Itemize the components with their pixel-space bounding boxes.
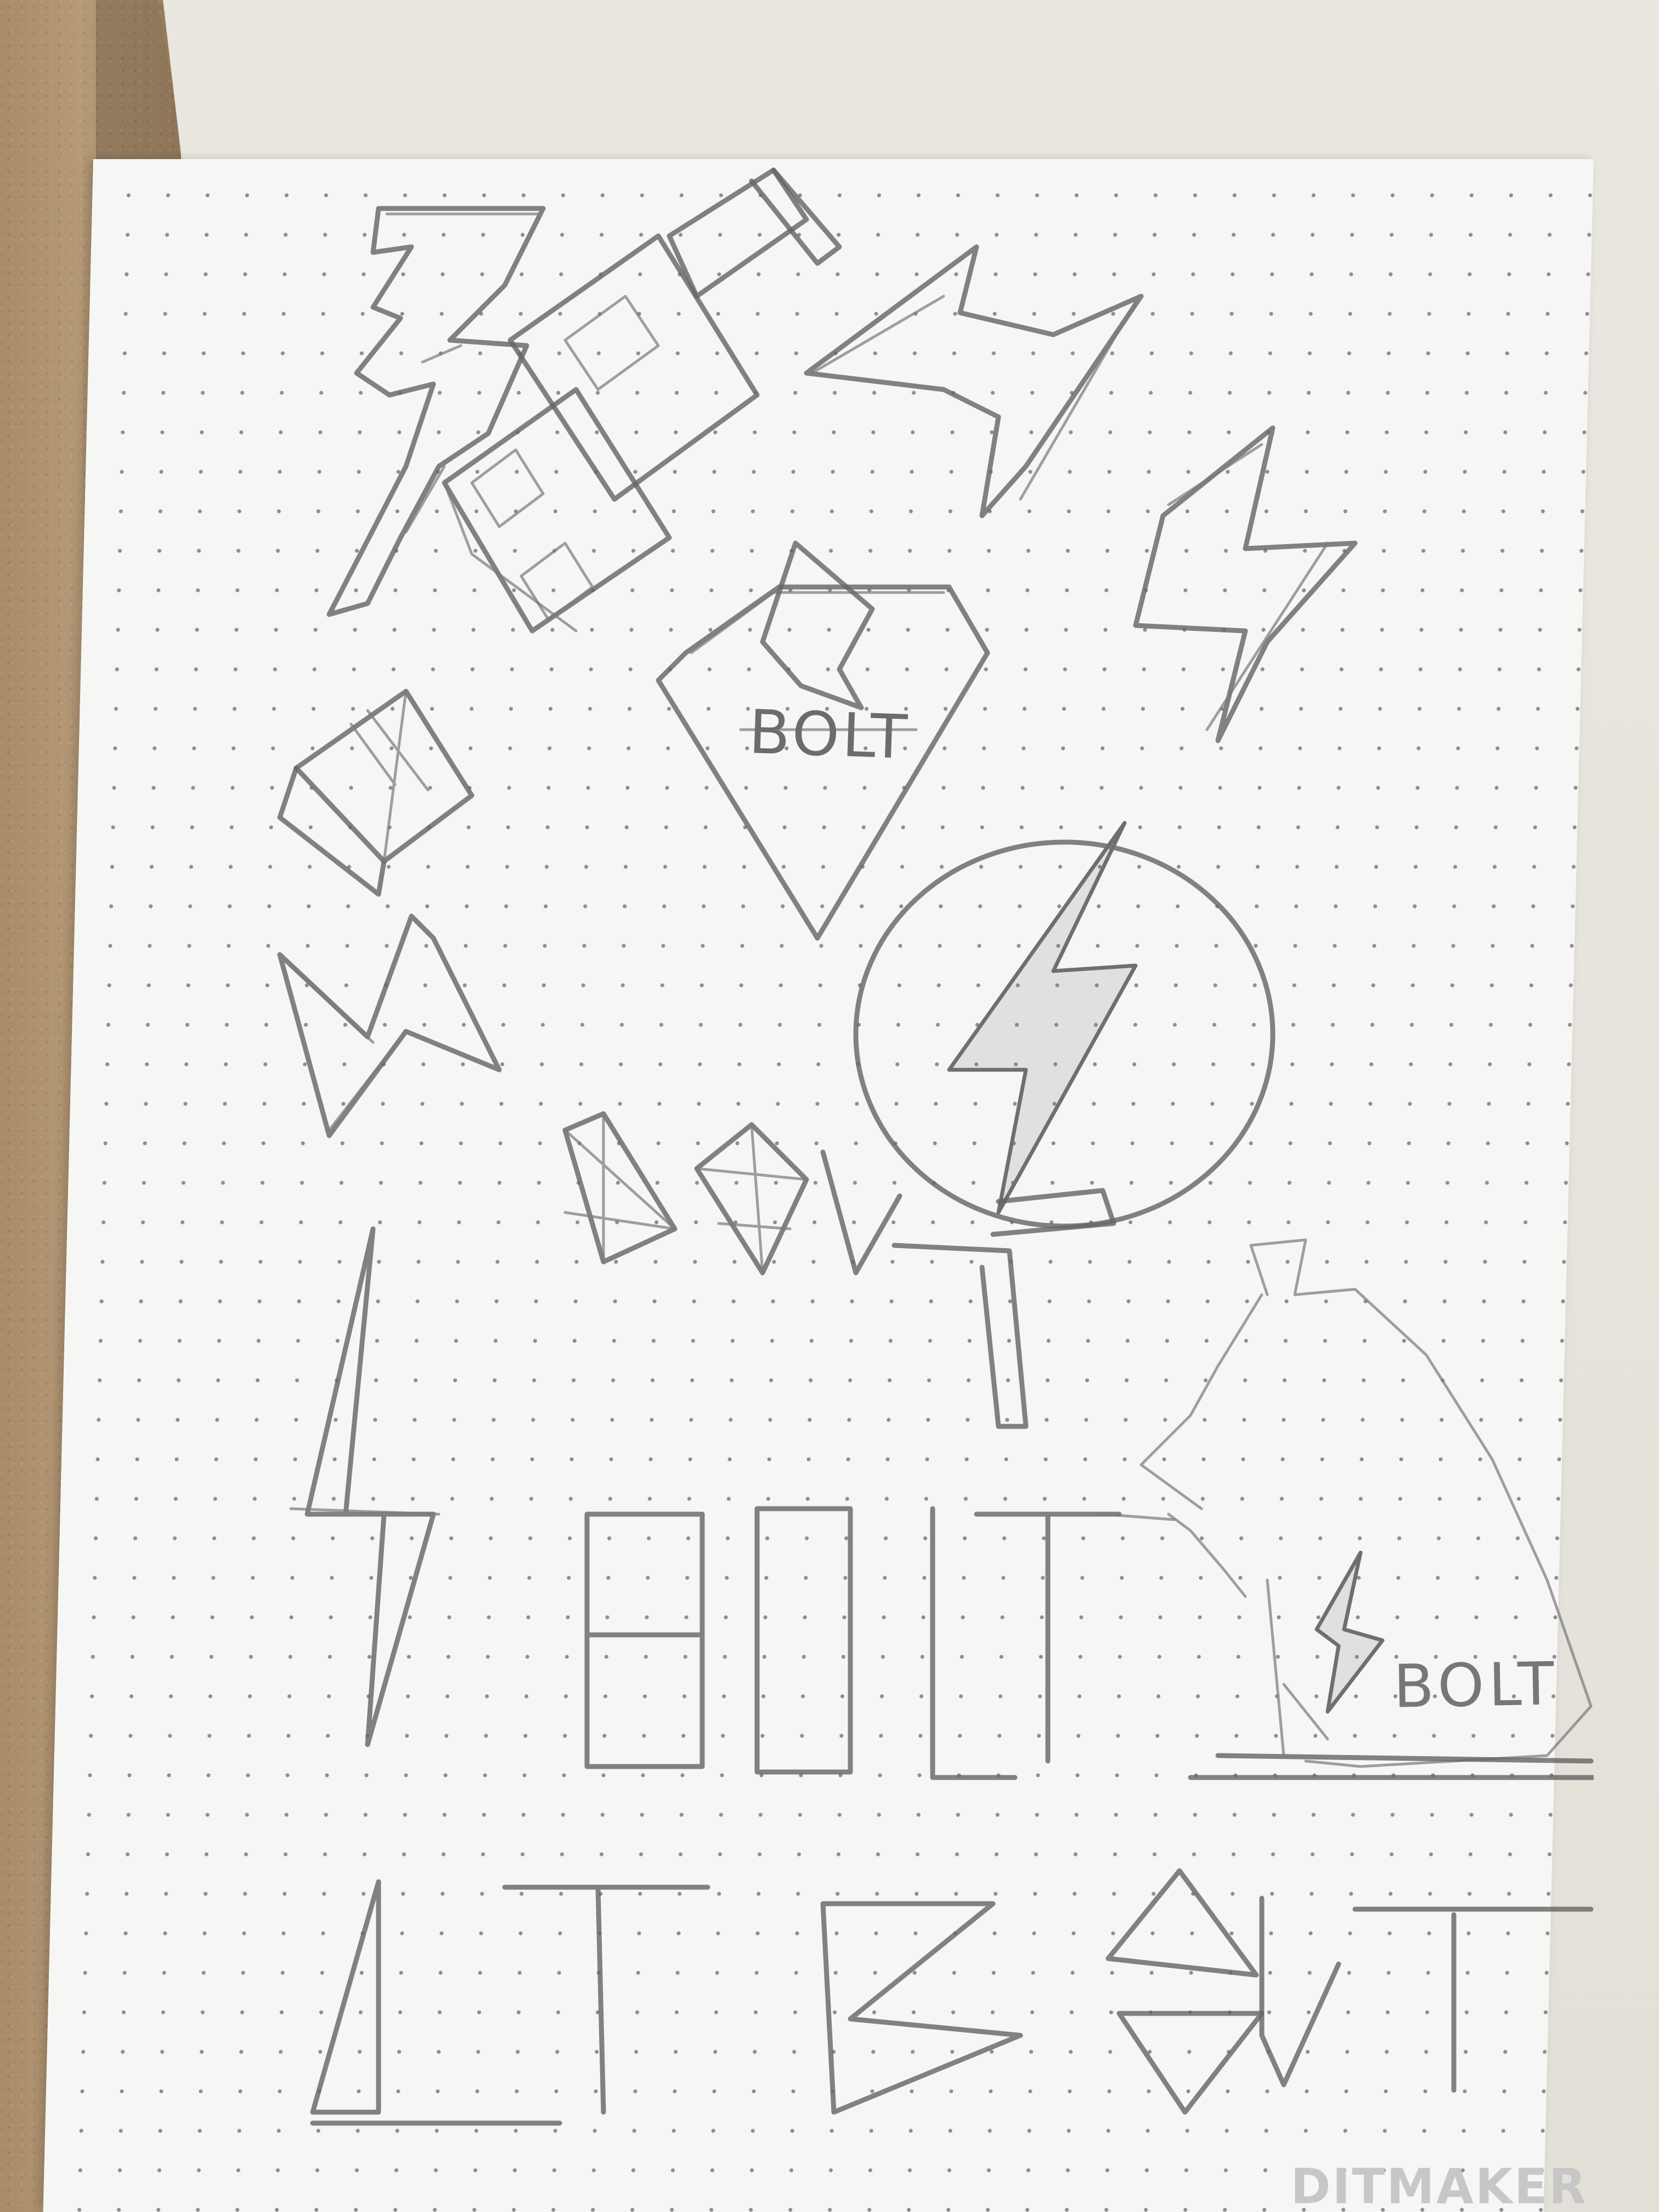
bolt-text-sketch-one: BOLT (747, 696, 911, 773)
notebook-photo: BOLT BOLT DITMAKER (0, 0, 1659, 2212)
pencil-sketches (277, 167, 1594, 2126)
geometric-bolt-wordmark (562, 1111, 1029, 1429)
tall-left-lightning-bolt (289, 1226, 441, 1747)
left-small-bowtie-bolt (277, 913, 502, 1138)
bottom-abstract-bolt-wordmark (310, 1868, 1594, 2126)
circle-bolt-logo (853, 821, 1276, 1237)
top-right-lightning-shapes (804, 244, 1358, 743)
rectangular-bolt-wordmark (584, 1506, 1122, 1780)
notebook-brand-mark: DITMAKER (1290, 2158, 1588, 2212)
bolt-text-sketch-two: BOLT (1392, 1650, 1559, 1722)
small-isometric-cube (277, 689, 475, 897)
top-left-zigzag-bolt (326, 206, 546, 617)
